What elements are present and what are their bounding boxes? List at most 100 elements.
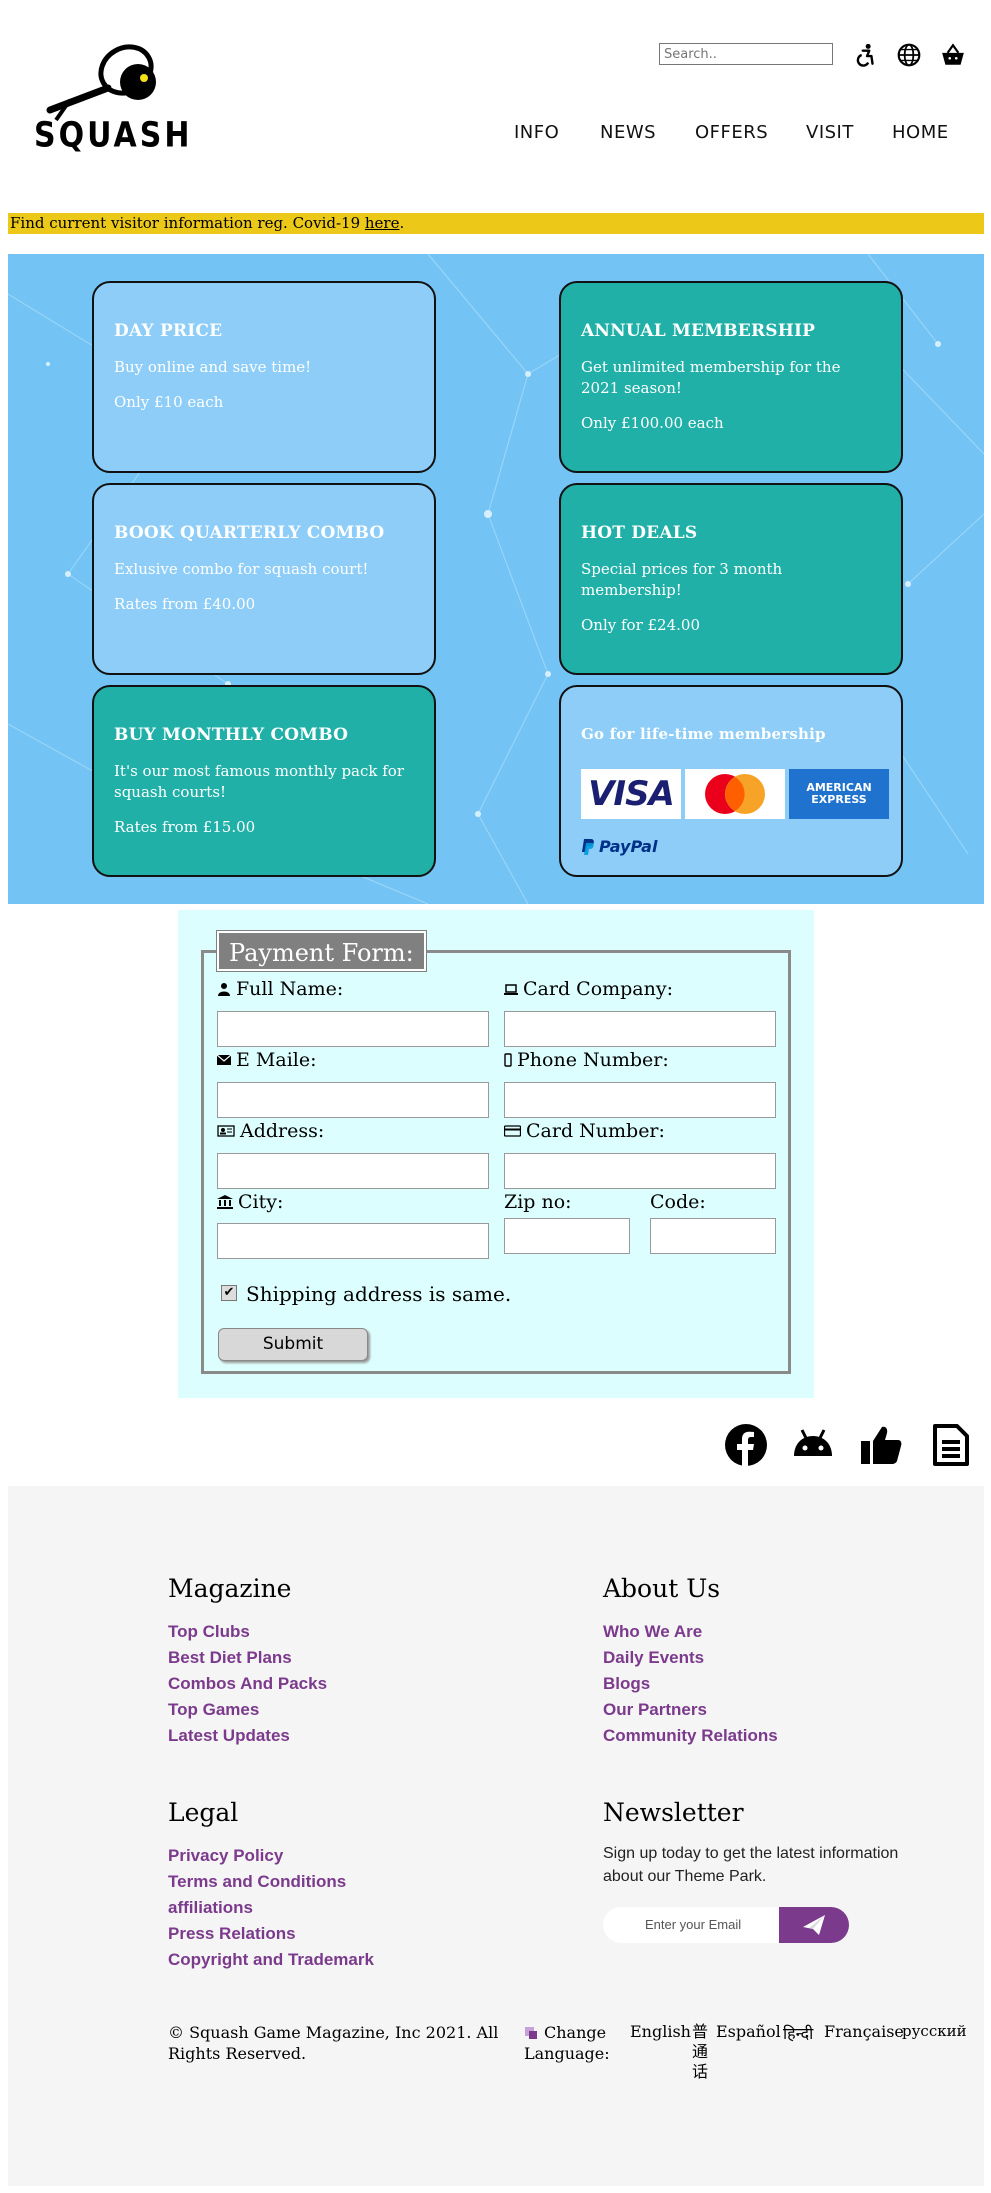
thumbs-up-icon[interactable] (860, 1424, 902, 1466)
offer-price: Rates from £40.00 (114, 595, 256, 613)
offer-card-quarterly-combo[interactable]: BOOK QUARTERLY COMBO Exlusive combo for … (92, 483, 436, 675)
lang-russian[interactable]: русский (902, 2022, 967, 2040)
about-heading: About Us (603, 1574, 721, 1603)
nav-offers[interactable]: OFFERS (695, 122, 768, 143)
shipping-label: Shipping address is same. (246, 1282, 512, 1306)
full-name-label: Full Name: (217, 978, 343, 1000)
email-label: E Maile: (217, 1049, 317, 1071)
zip-input[interactable] (504, 1218, 630, 1254)
android-icon[interactable] (792, 1424, 834, 1466)
laptop-icon (504, 984, 518, 995)
offer-price: Rates from £15.00 (114, 818, 256, 836)
submit-button[interactable]: Submit (218, 1328, 368, 1361)
offer-card-day-price[interactable]: DAY PRICE Buy online and save time! Only… (92, 281, 436, 473)
offer-card-hot-deals[interactable]: HOT DEALS Special prices for 3 month mem… (559, 483, 903, 675)
offer-price: Only £100.00 each (581, 414, 724, 432)
offer-desc: Get unlimited membership for the 2021 se… (581, 358, 841, 397)
offer-desc: Exlusive combo for squash court! (114, 560, 369, 578)
change-language-label: Change Language: (524, 2023, 610, 2063)
envelope-icon (217, 1054, 231, 1065)
address-input[interactable] (217, 1153, 489, 1189)
footer-link[interactable]: Press Relations (168, 1924, 296, 1944)
offer-title: BUY MONTHLY COMBO (114, 725, 349, 745)
accessibility-icon[interactable] (853, 42, 879, 68)
offer-desc: Special prices for 3 month membership! (581, 560, 783, 599)
covid-notice: Find current visitor information reg. Co… (8, 213, 984, 234)
offer-price: Only for £24.00 (581, 616, 701, 634)
offer-card-annual-membership[interactable]: ANNUAL MEMBERSHIP Get unlimited membersh… (559, 281, 903, 473)
mastercard-logo (685, 769, 785, 819)
newsletter-heading: Newsletter (603, 1798, 744, 1827)
offer-title: BOOK QUARTERLY COMBO (114, 523, 385, 543)
phone-input[interactable] (504, 1082, 776, 1118)
code-label: Code: (650, 1191, 706, 1213)
footer-link[interactable]: Our Partners (603, 1700, 707, 1720)
address-label: Address: (217, 1120, 324, 1142)
footer-link[interactable]: affiliations (168, 1898, 253, 1918)
offer-price: Only £10 each (114, 393, 224, 411)
footer-link[interactable]: Latest Updates (168, 1726, 290, 1746)
email-input[interactable] (217, 1082, 489, 1118)
nav-news[interactable]: NEWS (600, 122, 656, 143)
notice-link[interactable]: here (365, 214, 400, 232)
basket-icon[interactable] (940, 42, 966, 68)
code-input[interactable] (650, 1218, 776, 1254)
facebook-icon[interactable] (725, 1424, 767, 1466)
footer-link[interactable]: Copyright and Trademark (168, 1950, 374, 1970)
copyright: © Squash Game Magazine, Inc 2021. All Ri… (168, 2023, 499, 2063)
footer-link[interactable]: Daily Events (603, 1648, 704, 1668)
footer-link[interactable]: Combos And Packs (168, 1674, 327, 1694)
legal-heading: Legal (168, 1798, 239, 1827)
paper-plane-icon (803, 1915, 825, 1935)
paypal-logo: PayPal (581, 837, 657, 856)
offer-desc: It's our most famous monthly pack for sq… (114, 762, 404, 801)
nav-home[interactable]: HOME (892, 122, 949, 143)
footer-link[interactable]: Privacy Policy (168, 1846, 283, 1866)
credit-card-icon (504, 1125, 521, 1137)
zip-label: Zip no: (504, 1191, 572, 1213)
footer-link[interactable]: Terms and Conditions (168, 1872, 346, 1892)
offer-desc: Buy online and save time! (114, 358, 312, 376)
footer-link[interactable]: Who We Are (603, 1622, 702, 1642)
globe-icon[interactable] (896, 42, 922, 68)
form-legend: Payment Form: (216, 930, 427, 972)
lifetime-title: Go for life-time membership (581, 725, 826, 743)
newsletter-send-button[interactable] (779, 1907, 849, 1943)
lang-english[interactable]: English (630, 2022, 691, 2041)
city-input[interactable] (217, 1223, 489, 1259)
amex-logo: AMERICAN EXPRESS (789, 769, 889, 819)
offers-section: DAY PRICE Buy online and save time! Only… (8, 254, 984, 904)
city-label: City: (217, 1191, 283, 1213)
lang-spanish[interactable]: Español (716, 2022, 781, 2041)
offer-title: ANNUAL MEMBERSHIP (581, 321, 816, 341)
search-input[interactable] (659, 43, 833, 65)
nav-visit[interactable]: VISIT (806, 122, 854, 143)
nav-info[interactable]: INFO (514, 122, 559, 143)
notice-text: Find current visitor information reg. Co… (10, 214, 365, 232)
document-icon[interactable] (930, 1424, 972, 1466)
offer-title: HOT DEALS (581, 523, 698, 543)
card-number-label: Card Number: (504, 1120, 665, 1142)
lang-french[interactable]: Française (824, 2022, 904, 2041)
magazine-heading: Magazine (168, 1574, 292, 1603)
full-name-input[interactable] (217, 1011, 489, 1047)
card-company-input[interactable] (504, 1011, 776, 1047)
offer-card-monthly-combo[interactable]: BUY MONTHLY COMBO It's our most famous m… (92, 685, 436, 877)
footer-link[interactable]: Blogs (603, 1674, 650, 1694)
offer-title: DAY PRICE (114, 321, 223, 341)
footer-link[interactable]: Community Relations (603, 1726, 778, 1746)
footer-link[interactable]: Top Games (168, 1700, 259, 1720)
footer-link[interactable]: Best Diet Plans (168, 1648, 292, 1668)
logo-text: SQUASH (34, 115, 193, 156)
lang-hindi[interactable]: हिन्दी (783, 2022, 813, 2044)
lang-mandarin[interactable]: 普通话 (692, 2022, 708, 2082)
newsletter-email-input[interactable]: Enter your Email (603, 1907, 779, 1943)
bank-icon (217, 1195, 233, 1209)
card-number-input[interactable] (504, 1153, 776, 1189)
footer-link[interactable]: Top Clubs (168, 1622, 250, 1642)
offer-card-lifetime[interactable]: Go for life-time membership VISA AMERICA… (559, 685, 903, 877)
shipping-checkbox[interactable]: ✔ (221, 1285, 237, 1301)
notice-tail: . (399, 214, 405, 232)
mobile-icon (504, 1053, 512, 1067)
newsletter-text: Sign up today to get the latest informat… (603, 1845, 899, 1885)
